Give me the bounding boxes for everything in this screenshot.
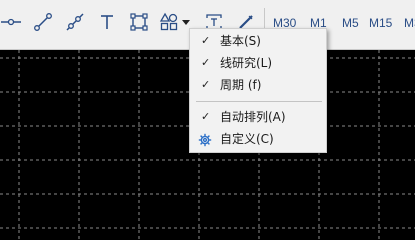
menu-item-basic[interactable]: ✓ 基本(S) xyxy=(190,30,326,52)
dropdown-arrow-icon xyxy=(182,20,190,25)
check-icon: ✓ xyxy=(201,110,211,123)
menu-item-label: 自定义(C) xyxy=(220,132,274,146)
check-icon: ✓ xyxy=(201,56,211,69)
check-icon: ✓ xyxy=(201,78,211,91)
toolbar-context-menu: ✓ 基本(S) ✓ 线研究(L) ✓ 周期 (f) ✓ 自动排列(A) 自定义(… xyxy=(189,28,327,153)
menu-item-periods[interactable]: ✓ 周期 (f) xyxy=(190,74,326,96)
menu-item-auto-arrange[interactable]: ✓ 自动排列(A) xyxy=(190,106,326,128)
menu-item-label: 周期 (f) xyxy=(220,78,262,92)
menu-item-label: 自动排列(A) xyxy=(220,110,286,124)
timeframe-button-m5[interactable]: M5 xyxy=(342,16,359,30)
menu-item-line-studies[interactable]: ✓ 线研究(L) xyxy=(190,52,326,74)
gear-icon xyxy=(198,132,212,154)
menu-item-label: 基本(S) xyxy=(220,34,261,48)
ray-icon xyxy=(66,13,84,31)
horizontal-line-icon xyxy=(1,18,21,26)
trendline-icon xyxy=(34,13,52,31)
menu-separator xyxy=(196,101,322,102)
menu-item-customize[interactable]: 自定义(C) xyxy=(190,128,326,150)
timeframe-button-m15[interactable]: M15 xyxy=(369,16,392,30)
check-icon: ✓ xyxy=(201,34,211,47)
shapes-tool-button[interactable] xyxy=(158,10,180,34)
text-icon xyxy=(101,15,113,29)
text-tool-button[interactable] xyxy=(96,10,118,34)
horizontal-line-tool-button[interactable] xyxy=(0,10,22,34)
menu-item-label: 线研究(L) xyxy=(220,56,273,70)
timeframe-button-m30[interactable]: M30 xyxy=(404,16,415,30)
rectangle-tool-button[interactable] xyxy=(128,10,150,34)
rectangle-icon xyxy=(130,13,148,31)
trendline-tool-button[interactable] xyxy=(32,10,54,34)
shapes-icon xyxy=(159,12,178,31)
ray-tool-button[interactable] xyxy=(64,10,86,34)
